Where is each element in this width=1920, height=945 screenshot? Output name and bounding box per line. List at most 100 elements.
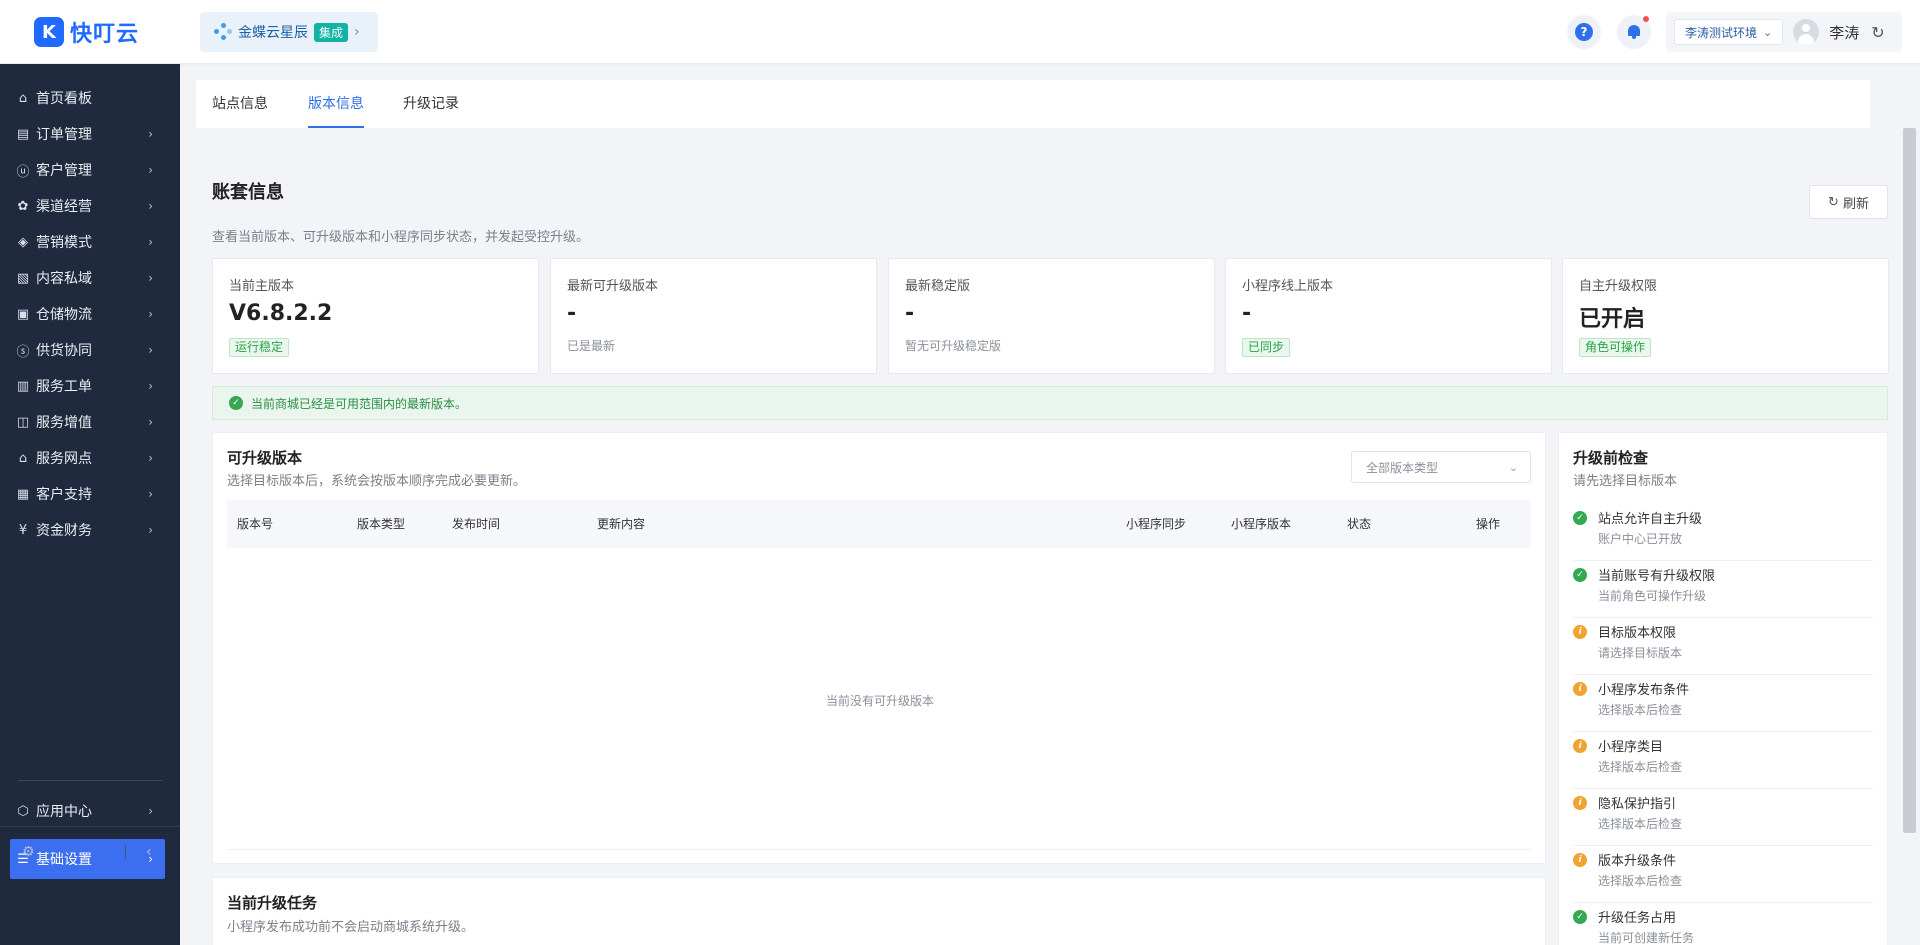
ticket-icon: ▥: [16, 378, 30, 394]
gear-icon[interactable]: ⚙: [22, 844, 35, 860]
footer-separator: [125, 845, 126, 859]
chevron-down-icon: ⌄: [1508, 460, 1518, 474]
table-bottom-border: [227, 849, 1531, 850]
sidebar-item-warehouse[interactable]: ▣ 仓储物流 ›: [10, 296, 165, 332]
refresh-button[interactable]: ↻ 刷新: [1809, 185, 1888, 219]
env-select[interactable]: 李涛测试环境 ⌄: [1674, 19, 1784, 45]
sidebar-item-label: 供货协同: [36, 343, 92, 359]
upgrade-panel-desc: 选择目标版本后，系统会按版本顺序完成必要更新。: [227, 474, 527, 489]
sidebar-item-label: 基础设置: [36, 852, 92, 868]
sidebar-item-supply[interactable]: ⓢ 供货协同 ›: [10, 332, 165, 368]
app-logo[interactable]: K 快叮云: [34, 17, 139, 47]
check-circle-icon: ✓: [1573, 910, 1587, 924]
precheck-item: i 版本升级条件 选择版本后检查: [1573, 846, 1873, 903]
versions-table-header: 版本号 版本类型 发布时间 更新内容 小程序同步 小程序版本 状态 操作: [227, 500, 1531, 548]
sidebar-item-marketing[interactable]: ◈ 营销模式 ›: [10, 224, 165, 260]
sidebar-item-support[interactable]: ▦ 客户支持 ›: [10, 476, 165, 512]
info-circle-icon: i: [1573, 739, 1587, 753]
card-value: V6.8.2.2: [229, 301, 333, 326]
order-icon: ▤: [16, 126, 30, 142]
upgrade-panel-title: 可升级版本: [227, 449, 303, 467]
card-label: 自主升级权限: [1579, 279, 1658, 294]
sidebar-item-outlets[interactable]: ⌂ 服务网点 ›: [10, 440, 165, 476]
help-button[interactable]: ?: [1567, 15, 1601, 49]
chevron-down-icon: ⌄: [1763, 25, 1773, 39]
sidebar-item-label: 营销模式: [36, 235, 92, 251]
vertical-scrollbar[interactable]: [1903, 128, 1916, 833]
refresh-icon[interactable]: ↻: [1871, 23, 1884, 42]
precheck-item: ✓ 升级任务占用 当前可创建新任务: [1573, 903, 1873, 945]
sidebar-item-label: 服务工单: [36, 379, 92, 395]
card-miniprogram-version: 小程序线上版本 - 已同步: [1225, 258, 1552, 374]
notice-text: 当前商城已经是可用范围内的最新版本。: [251, 396, 468, 411]
card-latest-upgradable: 最新可升级版本 - 已是最新: [550, 258, 877, 374]
card-label: 小程序线上版本: [1242, 279, 1334, 294]
support-icon: ▦: [16, 486, 30, 502]
site-switcher[interactable]: 金蝶云星辰 集成 ›: [200, 12, 378, 52]
sidebar-item-channels[interactable]: ✿ 渠道经营 ›: [10, 188, 165, 224]
precheck-item: ✓ 当前账号有升级权限 当前角色可操作升级: [1573, 561, 1873, 618]
sidebar-item-label: 服务网点: [36, 451, 92, 467]
sidebar-item-label: 服务增值: [36, 415, 92, 431]
chevron-right-icon: ›: [148, 199, 153, 213]
sidebar-item-value-added[interactable]: ◫ 服务增值 ›: [10, 404, 165, 440]
card-value: -: [567, 301, 577, 326]
precheck-item-sub: 请选择目标版本: [1598, 646, 1683, 660]
precheck-item: i 小程序发布条件 选择版本后检查: [1573, 675, 1873, 732]
tab-upgrade-log[interactable]: 升级记录: [403, 80, 459, 128]
precheck-item-title: 目标版本权限: [1598, 626, 1677, 641]
site-tag: 集成: [314, 22, 349, 42]
sidebar-item-app-center[interactable]: ⬡ 应用中心 ›: [10, 793, 165, 829]
chevron-right-icon: ›: [148, 415, 153, 429]
precheck-item-sub: 当前角色可操作升级: [1598, 589, 1707, 603]
logo-text: 快叮云: [70, 22, 140, 47]
warehouse-icon: ▣: [16, 306, 30, 322]
info-circle-icon: i: [1573, 625, 1587, 639]
tab-version-info[interactable]: 版本信息: [308, 80, 364, 128]
notification-button[interactable]: [1617, 15, 1651, 49]
sidebar-item-content[interactable]: ▧ 内容私域 ›: [10, 260, 165, 296]
sidebar-item-label: 内容私域: [36, 271, 92, 287]
help-icon: ?: [1575, 23, 1593, 41]
card-latest-stable: 最新稳定版 - 暂无可升级稳定版: [888, 258, 1215, 374]
precheck-item: i 小程序类目 选择版本后检查: [1573, 732, 1873, 789]
empty-state-text: 当前没有可升级版本: [826, 694, 935, 708]
sidebar-item-dashboard[interactable]: ⌂ 首页看板: [10, 80, 165, 116]
bell-icon: [1626, 24, 1642, 40]
sidebar-item-finance[interactable]: ¥ 资金财务 ›: [10, 512, 165, 548]
precheck-item-title: 版本升级条件: [1598, 854, 1677, 869]
info-circle-icon: i: [1573, 796, 1587, 810]
chevron-right-icon: ›: [148, 307, 153, 321]
sidebar-item-tickets[interactable]: ▥ 服务工单 ›: [10, 368, 165, 404]
version-type-placeholder: 全部版本类型: [1366, 460, 1439, 475]
avatar[interactable]: [1793, 19, 1820, 45]
task-panel-desc: 小程序发布成功前不会启动商城系统升级。: [227, 920, 475, 935]
column-header: 小程序同步: [1126, 517, 1187, 531]
store-icon: ⌂: [18, 450, 28, 466]
chevron-right-icon: ›: [148, 343, 153, 357]
version-type-select[interactable]: 全部版本类型 ⌄: [1351, 451, 1531, 483]
chevron-right-icon: ›: [148, 804, 153, 818]
precheck-item-sub: 选择版本后检查: [1598, 874, 1683, 888]
sidebar-item-customers[interactable]: ⓤ 客户管理 ›: [10, 152, 165, 188]
sidebar-item-orders[interactable]: ▤ 订单管理 ›: [10, 116, 165, 152]
precheck-item-title: 小程序类目: [1598, 740, 1664, 755]
sidebar: ⌂ 首页看板 ▤ 订单管理 › ⓤ 客户管理 › ✿ 渠道经营 › ◈ 营销模式…: [0, 64, 180, 945]
chevron-right-icon: ›: [148, 523, 153, 537]
info-circle-icon: i: [1573, 853, 1587, 867]
card-sub: 暂无可升级稳定版: [905, 339, 1002, 353]
precheck-title: 升级前检查: [1573, 449, 1649, 467]
chevron-right-icon: ›: [148, 235, 153, 249]
logo-icon: K: [34, 17, 64, 47]
tab-site-info[interactable]: 站点信息: [212, 80, 268, 128]
card-label: 最新稳定版: [905, 279, 971, 294]
collapse-sidebar-icon[interactable]: ‹: [146, 844, 152, 860]
sidebar-item-label: 客户管理: [36, 163, 92, 179]
sidebar-item-label: 资金财务: [36, 523, 92, 539]
chevron-right-icon: ›: [354, 24, 360, 40]
supply-icon: ⓢ: [16, 344, 30, 360]
user-name: 李涛: [1829, 23, 1860, 42]
refresh-label: 刷新: [1842, 196, 1869, 212]
card-value: -: [905, 301, 915, 326]
card-upgrade-permission: 自主升级权限 已开启 角色可操作: [1562, 258, 1889, 374]
